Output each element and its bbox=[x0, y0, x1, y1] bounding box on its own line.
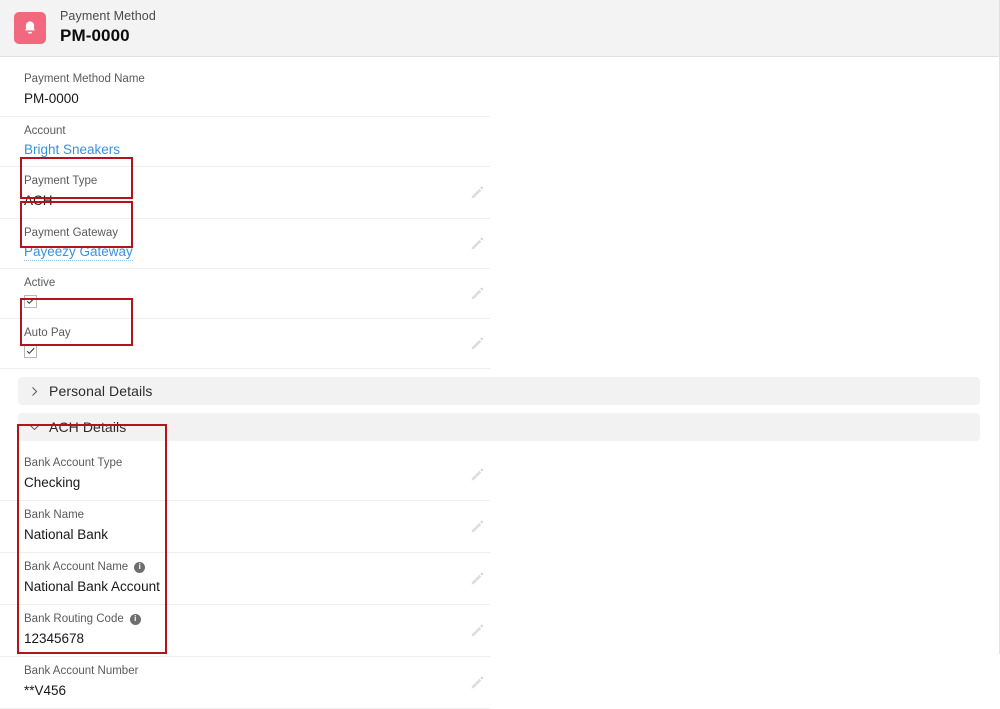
field-value: PM-0000 bbox=[24, 91, 79, 106]
chevron-down-icon bbox=[28, 421, 40, 433]
auto-pay-checkbox[interactable] bbox=[24, 345, 37, 358]
field-label: Auto Pay bbox=[24, 327, 71, 339]
field-label: Active bbox=[24, 277, 56, 289]
field-value: ACH bbox=[24, 193, 53, 208]
field-label: Bank Account Type bbox=[24, 455, 490, 471]
field-label: Bank Name bbox=[24, 507, 490, 523]
field-auto-pay: Auto Pay bbox=[0, 319, 490, 369]
pencil-icon[interactable] bbox=[470, 676, 484, 690]
object-type-label: Payment Method bbox=[60, 9, 156, 24]
main-field-list: Payment Method Name PM-0000 Account Brig… bbox=[0, 65, 999, 369]
pencil-icon[interactable] bbox=[470, 468, 484, 482]
field-value: National Bank bbox=[24, 527, 109, 542]
field-account: Account Bright Sneakers bbox=[0, 117, 490, 167]
pencil-icon[interactable] bbox=[470, 337, 484, 351]
field-value: National Bank Account bbox=[24, 579, 160, 594]
section-title: Personal Details bbox=[49, 383, 153, 399]
payment-method-record-page: Payment Method PM-0000 Payment Method Na… bbox=[0, 0, 1000, 709]
section-title: ACH Details bbox=[49, 419, 127, 435]
field-bank-name: Bank Name National Bank bbox=[0, 501, 490, 553]
record-detail-body: Payment Method Name PM-0000 Account Brig… bbox=[0, 57, 999, 709]
record-name: PM-0000 bbox=[60, 26, 130, 46]
field-label: Account bbox=[24, 125, 66, 137]
pencil-icon[interactable] bbox=[470, 287, 484, 301]
section-ach-details[interactable]: ACH Details bbox=[18, 413, 980, 441]
field-label-text: Bank Routing Code bbox=[24, 613, 124, 625]
field-value: **V456 bbox=[24, 683, 67, 698]
chevron-right-icon bbox=[28, 385, 40, 397]
field-label-text: Bank Account Name bbox=[24, 561, 129, 573]
pencil-icon[interactable] bbox=[470, 520, 484, 534]
record-header: Payment Method PM-0000 bbox=[0, 0, 999, 57]
field-label: Bank Account Name i bbox=[24, 559, 490, 575]
payment-gateway-link[interactable]: Payeezy Gateway bbox=[24, 243, 133, 261]
pencil-icon[interactable] bbox=[470, 572, 484, 586]
field-value: 12345678 bbox=[24, 631, 85, 646]
account-link[interactable]: Bright Sneakers bbox=[24, 141, 121, 159]
field-bank-account-name: Bank Account Name i National Bank Accoun… bbox=[0, 553, 490, 605]
pencil-icon[interactable] bbox=[470, 237, 484, 251]
field-payment-gateway: Payment Gateway Payeezy Gateway bbox=[0, 219, 490, 269]
field-label: Bank Account Number bbox=[24, 663, 490, 679]
field-bank-account-type: Bank Account Type Checking bbox=[0, 449, 490, 501]
field-label-text: Bank Name bbox=[24, 509, 85, 521]
field-label-text: Bank Account Number bbox=[24, 665, 139, 677]
info-icon[interactable]: i bbox=[134, 561, 146, 573]
ach-field-list: Bank Account Type Checking Bank Name Nat… bbox=[0, 449, 999, 709]
field-payment-type: Payment Type ACH bbox=[0, 167, 490, 219]
field-label: Payment Method Name bbox=[24, 73, 145, 85]
field-value: Checking bbox=[24, 475, 81, 490]
field-active: Active bbox=[0, 269, 490, 319]
bell-icon bbox=[14, 12, 46, 44]
field-label-text: Bank Account Type bbox=[24, 457, 123, 469]
field-label: Bank Routing Code i bbox=[24, 611, 490, 627]
info-icon[interactable]: i bbox=[129, 613, 141, 625]
active-checkbox[interactable] bbox=[24, 295, 37, 308]
field-label: Payment Type bbox=[24, 175, 98, 187]
field-payment-method-name: Payment Method Name PM-0000 bbox=[0, 65, 490, 117]
field-bank-routing-code: Bank Routing Code i 12345678 bbox=[0, 605, 490, 657]
field-bank-account-number: Bank Account Number **V456 bbox=[0, 657, 490, 709]
pencil-icon[interactable] bbox=[470, 624, 484, 638]
pencil-icon[interactable] bbox=[470, 186, 484, 200]
record-title-block: Payment Method PM-0000 bbox=[60, 10, 156, 45]
field-label: Payment Gateway bbox=[24, 227, 118, 239]
section-personal-details[interactable]: Personal Details bbox=[18, 377, 980, 405]
